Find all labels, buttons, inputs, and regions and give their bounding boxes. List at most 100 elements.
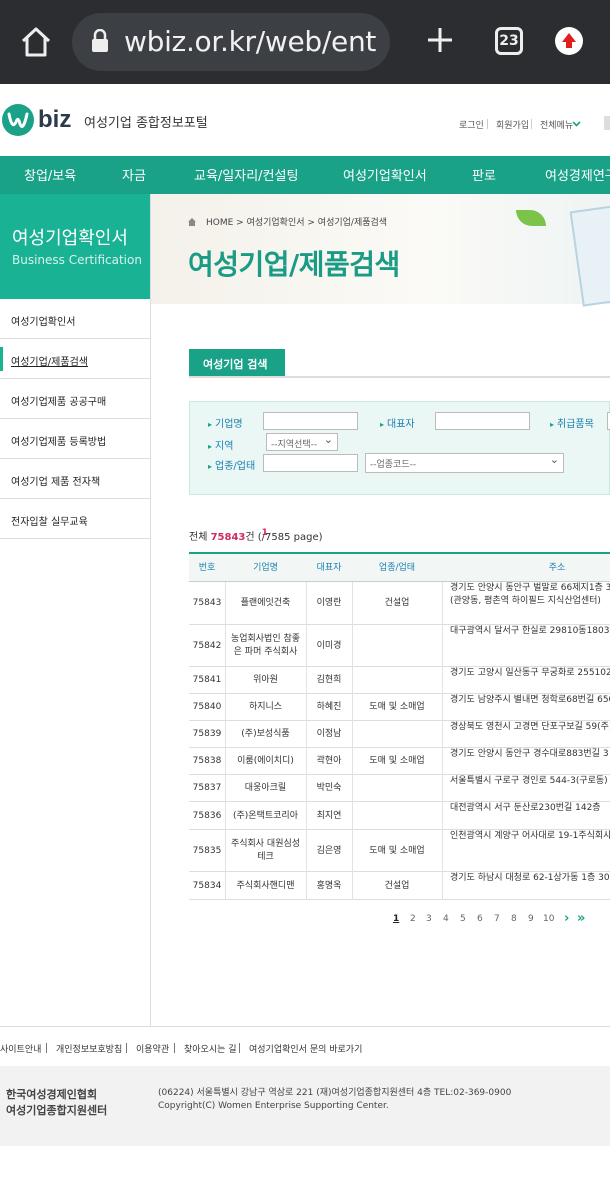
company-name-input[interactable]	[263, 412, 358, 430]
side-nav-item[interactable]: 전자입찰 실무교육	[0, 499, 150, 539]
column-divider	[306, 748, 307, 775]
page-link[interactable]: 5	[460, 914, 466, 924]
footer-link-directions[interactable]: 찾아오시는 길	[184, 1042, 237, 1055]
address-line: 서울특별시 구로구 경인로 544-3(구로동)	[450, 776, 608, 786]
side-nav-item[interactable]: 여성기업/제품검색	[0, 339, 150, 379]
address-line: 인천광역시 계양구 어사대로 19-1주식회사	[450, 831, 610, 841]
last-page-icon[interactable]: »	[577, 911, 585, 926]
cell-no: 75842	[192, 640, 222, 651]
url-bar[interactable]: wbiz.or.kr/web/ent	[72, 13, 390, 71]
breadcrumb: HOME > 여성기업확인서 > 여성기업/제품검색	[206, 218, 388, 228]
tab-company-search[interactable]: 여성기업 검색	[189, 349, 285, 377]
column-divider	[442, 775, 443, 802]
cell-industry	[355, 721, 439, 748]
table-row[interactable]: 75835 주식회사 대원심성테크 김은영 도매 및 소매업 인천광역시 계양구 어사대…	[189, 830, 610, 872]
column-divider	[352, 694, 353, 721]
site-header: biz 여성기업 종합정보포털 로그인 회원가입 전체메뉴	[0, 84, 610, 156]
update-icon[interactable]	[555, 27, 583, 55]
column-divider	[442, 802, 443, 830]
cell-company[interactable]: (주)온택트코리아	[228, 802, 303, 830]
cell-ceo: 이영란	[316, 598, 342, 608]
cell-industry	[355, 802, 439, 830]
cell-address: 경기도 남양주시 별내면 청학로68번길 650	[442, 694, 610, 721]
table-row[interactable]: 75834 주식회사핸디맨 홍명옥 건설업 경기도 하남시 대청로 62-1상가동 1층…	[189, 872, 610, 900]
address-line: (관양동, 평촌역 하이필드 지식산업센터)	[450, 596, 601, 606]
cell-company[interactable]: 플랜에잇건축	[228, 582, 303, 625]
page-link[interactable]: 9	[528, 914, 534, 924]
side-nav-item[interactable]: 여성기업 제품 전자책	[0, 459, 150, 499]
result-summary: 전체 75843건 (1/7585 page)	[189, 528, 323, 543]
page-link[interactable]: 6	[477, 914, 483, 924]
side-nav-item[interactable]: 여성기업제품 공공구매	[0, 379, 150, 419]
column-divider	[306, 667, 307, 694]
new-tab-icon[interactable]	[422, 22, 458, 58]
cell-company[interactable]: 주식회사핸디맨	[228, 872, 303, 900]
table-row[interactable]: 75838 이룸(에이치디) 곽현아 도매 및 소매업 경기도 안양시 동안구 경수대로…	[189, 748, 610, 775]
table-body: 75843 플랜에잇건축 이영란 건설업 경기도 안양시 동안구 벌말로 66제지1층 …	[189, 582, 610, 900]
cell-ceo: 이미경	[316, 640, 342, 651]
table-row[interactable]: 75839 (주)보성식품 이정남 경상북도 영천시 고경면 단포구보길 59(주)	[189, 721, 610, 748]
nav-funding[interactable]: 자금	[122, 165, 146, 184]
page-link[interactable]: 4	[443, 914, 449, 924]
cell-company[interactable]: 이룸(에이치디)	[228, 748, 303, 775]
cell-address: 대구광역시 달서구 한실로 29810동1803호	[442, 625, 610, 667]
cell-company[interactable]: 위아원	[228, 667, 303, 694]
footer-divider	[239, 1043, 240, 1053]
table-row[interactable]: 75837 대웅아크릴 박민숙 서울특별시 구로구 경인로 544-3(구로동)	[189, 775, 610, 802]
ceo-input[interactable]	[435, 412, 530, 430]
footer-link-inquiry[interactable]: 여성기업확인서 문의 바로가기	[249, 1042, 362, 1055]
cell-no: 75840	[192, 702, 222, 712]
tab-count-button[interactable]: 23	[495, 27, 523, 55]
region-label: 지역	[208, 437, 233, 452]
all-menu-link[interactable]: 전체메뉴	[540, 118, 573, 131]
cell-address: 경기도 고양시 일산동구 무궁화로 255102	[442, 667, 610, 694]
nav-certification[interactable]: 여성기업확인서	[343, 165, 427, 184]
cell-address: 인천광역시 계양구 어사대로 19-1주식회사	[442, 830, 610, 872]
cell-company[interactable]: 대웅아크릴	[228, 775, 303, 802]
cell-company[interactable]: (주)보성식품	[228, 721, 303, 748]
column-divider	[306, 872, 307, 900]
cell-no: 75841	[192, 675, 222, 685]
address-line: 경상북도 영천시 고경면 단포구보길 59(주)	[450, 722, 610, 732]
address-line: 대구광역시 달서구 한실로 29810동1803호	[450, 626, 610, 636]
table-row[interactable]: 75843 플랜에잇건축 이영란 건설업 경기도 안양시 동안구 벌말로 66제지1층 …	[189, 582, 610, 625]
nav-sales[interactable]: 판로	[472, 165, 496, 184]
login-link[interactable]: 로그인	[459, 118, 484, 131]
cell-company[interactable]: 하지니스	[228, 694, 303, 721]
table-row[interactable]: 75840 하지니스 하혜진 도매 및 소매업 경기도 남양주시 별내면 청학로68번길…	[189, 694, 610, 721]
table-row[interactable]: 75841 위아원 김현희 경기도 고양시 일산동구 무궁화로 255102	[189, 667, 610, 694]
cell-industry	[355, 625, 439, 667]
table-row[interactable]: 75842 농업회사법인 참좋은 파머 주식회사 이미경 대구광역시 달서구 한실로 …	[189, 625, 610, 667]
page-link[interactable]: 8	[511, 914, 517, 924]
nav-startup[interactable]: 창업/보육	[24, 165, 76, 184]
column-divider	[225, 775, 226, 802]
cell-no: 75835	[192, 845, 222, 856]
cell-company[interactable]: 농업회사법인 참좋은 파머 주식회사	[228, 625, 303, 667]
page-link[interactable]: 2	[410, 914, 416, 924]
footer-copyright: Copyright(C) Women Enterprise Supporting…	[158, 1101, 389, 1111]
industry-code-select[interactable]: --업종코드--	[365, 453, 564, 473]
home-icon[interactable]	[18, 24, 54, 60]
page-link[interactable]: 7	[494, 914, 500, 924]
page-link[interactable]: 1	[393, 914, 399, 924]
column-divider	[352, 802, 353, 830]
footer-link-privacy[interactable]: 개인정보보호방침	[56, 1042, 122, 1055]
region-select[interactable]: --지역선택--	[266, 433, 338, 451]
industry-input[interactable]	[263, 454, 358, 472]
side-nav-item[interactable]: 여성기업제품 등록방법	[0, 419, 150, 459]
total-pages: /7585 page)	[261, 532, 323, 543]
page-link[interactable]: 3	[426, 914, 432, 924]
header-no: 번호	[198, 563, 216, 573]
cell-industry	[355, 667, 439, 694]
nav-education[interactable]: 교육/일자리/컨설팅	[194, 165, 298, 184]
page-link[interactable]: 10	[543, 914, 554, 924]
footer-link-terms[interactable]: 이용약관	[136, 1042, 169, 1055]
table-header: 번호 기업명 대표자 업종/업태 주소	[189, 554, 610, 582]
cell-company[interactable]: 주식회사 대원심성테크	[228, 830, 303, 872]
signup-link[interactable]: 회원가입	[496, 118, 529, 131]
next-page-icon[interactable]: ›	[564, 911, 569, 926]
side-nav-item[interactable]: 여성기업확인서	[0, 299, 150, 339]
table-row[interactable]: 75836 (주)온택트코리아 최지연 대전광역시 서구 둔산로230번길 142층	[189, 802, 610, 830]
nav-research[interactable]: 여성경제연구	[545, 165, 610, 184]
footer-link-sitemap[interactable]: 사이트안내	[0, 1042, 41, 1055]
